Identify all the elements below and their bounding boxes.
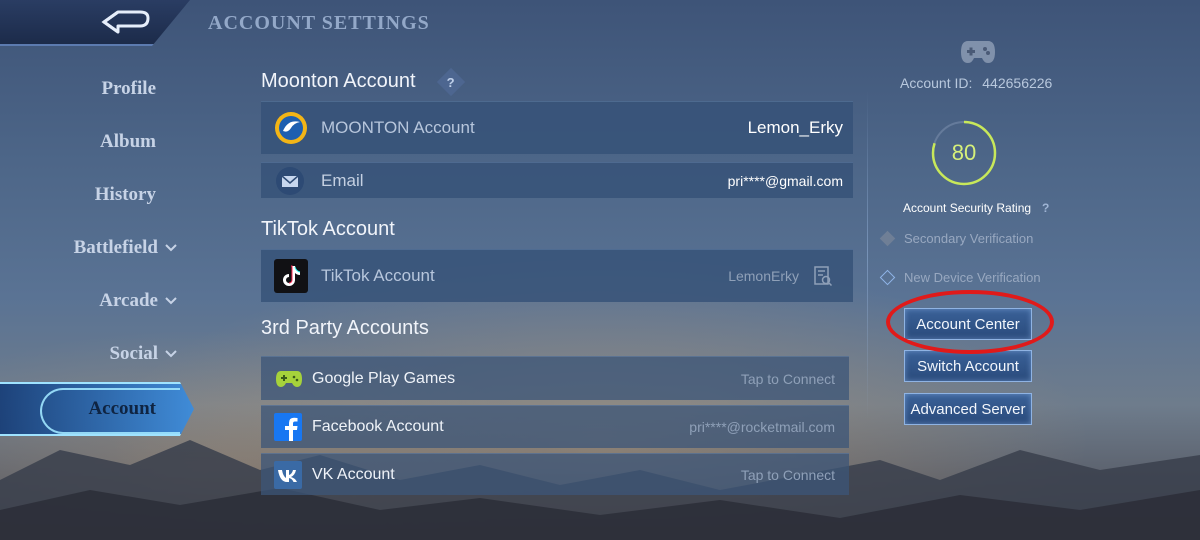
- row-value: pri****@rocketmail.com: [689, 419, 835, 435]
- help-icon[interactable]: ?: [1042, 201, 1049, 215]
- facebook-row[interactable]: Facebook Account pri****@rocketmail.com: [261, 405, 849, 448]
- row-label: Facebook Account: [312, 418, 444, 435]
- tiktok-logo-icon: [274, 259, 308, 293]
- verification-label: New Device Verification: [904, 270, 1041, 285]
- nav-item-label: Social: [109, 343, 158, 364]
- nav-item-battlefield[interactable]: Battlefield: [74, 228, 178, 268]
- row-label: Google Play Games: [312, 369, 456, 387]
- tiktok-account-row[interactable]: TikTok Account LemonErky: [261, 249, 853, 302]
- nav-item-label: Battlefield: [73, 237, 158, 258]
- mail-icon: [276, 166, 304, 195]
- vk-icon: [274, 460, 302, 489]
- row-value: LemonErky: [728, 268, 799, 284]
- back-button[interactable]: [0, 0, 190, 46]
- facebook-icon: [274, 413, 302, 441]
- nav-item-label: Arcade: [99, 290, 158, 311]
- back-arrow-icon: [101, 10, 150, 34]
- section-title-text: Moonton Account: [261, 70, 416, 92]
- moonton-account-row[interactable]: MOONTON Account Lemon_Erky: [261, 101, 853, 154]
- nav-item-social[interactable]: Social: [109, 334, 178, 374]
- switch-account-button[interactable]: Switch Account: [904, 350, 1032, 382]
- page-title: ACCOUNT SETTINGS: [208, 12, 430, 34]
- help-icon[interactable]: ?: [436, 67, 466, 96]
- nav-item-account[interactable]: Account: [0, 382, 194, 436]
- row-value: Tap to Connect: [740, 370, 835, 387]
- panel-divider: [867, 90, 868, 420]
- secondary-verification[interactable]: Secondary Verification: [879, 230, 1034, 247]
- account-gamepad-icon: [961, 41, 995, 63]
- row-value: pri****@gmail.com: [727, 172, 843, 189]
- vk-row[interactable]: VK Account Tap to Connect: [261, 453, 849, 495]
- row-label: TikTok Account: [321, 266, 435, 285]
- security-rating-value: 80: [951, 140, 977, 165]
- highlight-ring: [886, 290, 1054, 354]
- nav-item-history[interactable]: History: [95, 175, 156, 215]
- row-value: Tap to Connect: [740, 466, 835, 483]
- row-label: Email: [321, 170, 364, 190]
- tiktok-section-title: TikTok Account: [261, 218, 395, 240]
- diamond-icon: [879, 269, 896, 286]
- account-id-value: 442656226: [982, 75, 1053, 91]
- gamepad-icon: [276, 370, 302, 387]
- row-label: MOONTON Account: [321, 118, 475, 137]
- new-device-verification[interactable]: New Device Verification: [879, 269, 1041, 286]
- chevron-down-icon: [165, 350, 177, 358]
- advanced-server-button[interactable]: Advanced Server: [904, 393, 1032, 425]
- verification-label: Secondary Verification: [904, 231, 1034, 246]
- chevron-down-icon: [165, 244, 177, 252]
- help-glyph: ?: [447, 74, 456, 90]
- moonton-section-title: Moonton Account ?: [261, 67, 466, 96]
- diamond-icon: [879, 230, 896, 247]
- nav-item-label: Album: [100, 131, 156, 152]
- third-party-section-title: 3rd Party Accounts: [261, 317, 429, 339]
- account-id: Account ID: 442656226: [900, 75, 1052, 91]
- row-label: VK Account: [312, 465, 395, 483]
- security-rating-label: Account Security Rating: [903, 201, 1032, 215]
- row-value: Lemon_Erky: [747, 118, 843, 137]
- moonton-logo-icon: [275, 112, 307, 144]
- google-play-row[interactable]: Google Play Games Tap to Connect: [261, 356, 849, 400]
- chevron-down-icon: [165, 297, 177, 305]
- account-id-label: Account ID:: [900, 75, 973, 91]
- nav-item-profile[interactable]: Profile: [101, 69, 156, 109]
- email-row[interactable]: Email pri****@gmail.com: [261, 162, 853, 198]
- nav-item-album[interactable]: Album: [100, 122, 156, 162]
- nav-item-label: Account: [88, 398, 156, 419]
- nav-item-label: History: [94, 184, 156, 205]
- nav-item-arcade[interactable]: Arcade: [99, 281, 178, 321]
- nav-item-label: Profile: [101, 78, 156, 99]
- details-search-icon[interactable]: [813, 265, 833, 287]
